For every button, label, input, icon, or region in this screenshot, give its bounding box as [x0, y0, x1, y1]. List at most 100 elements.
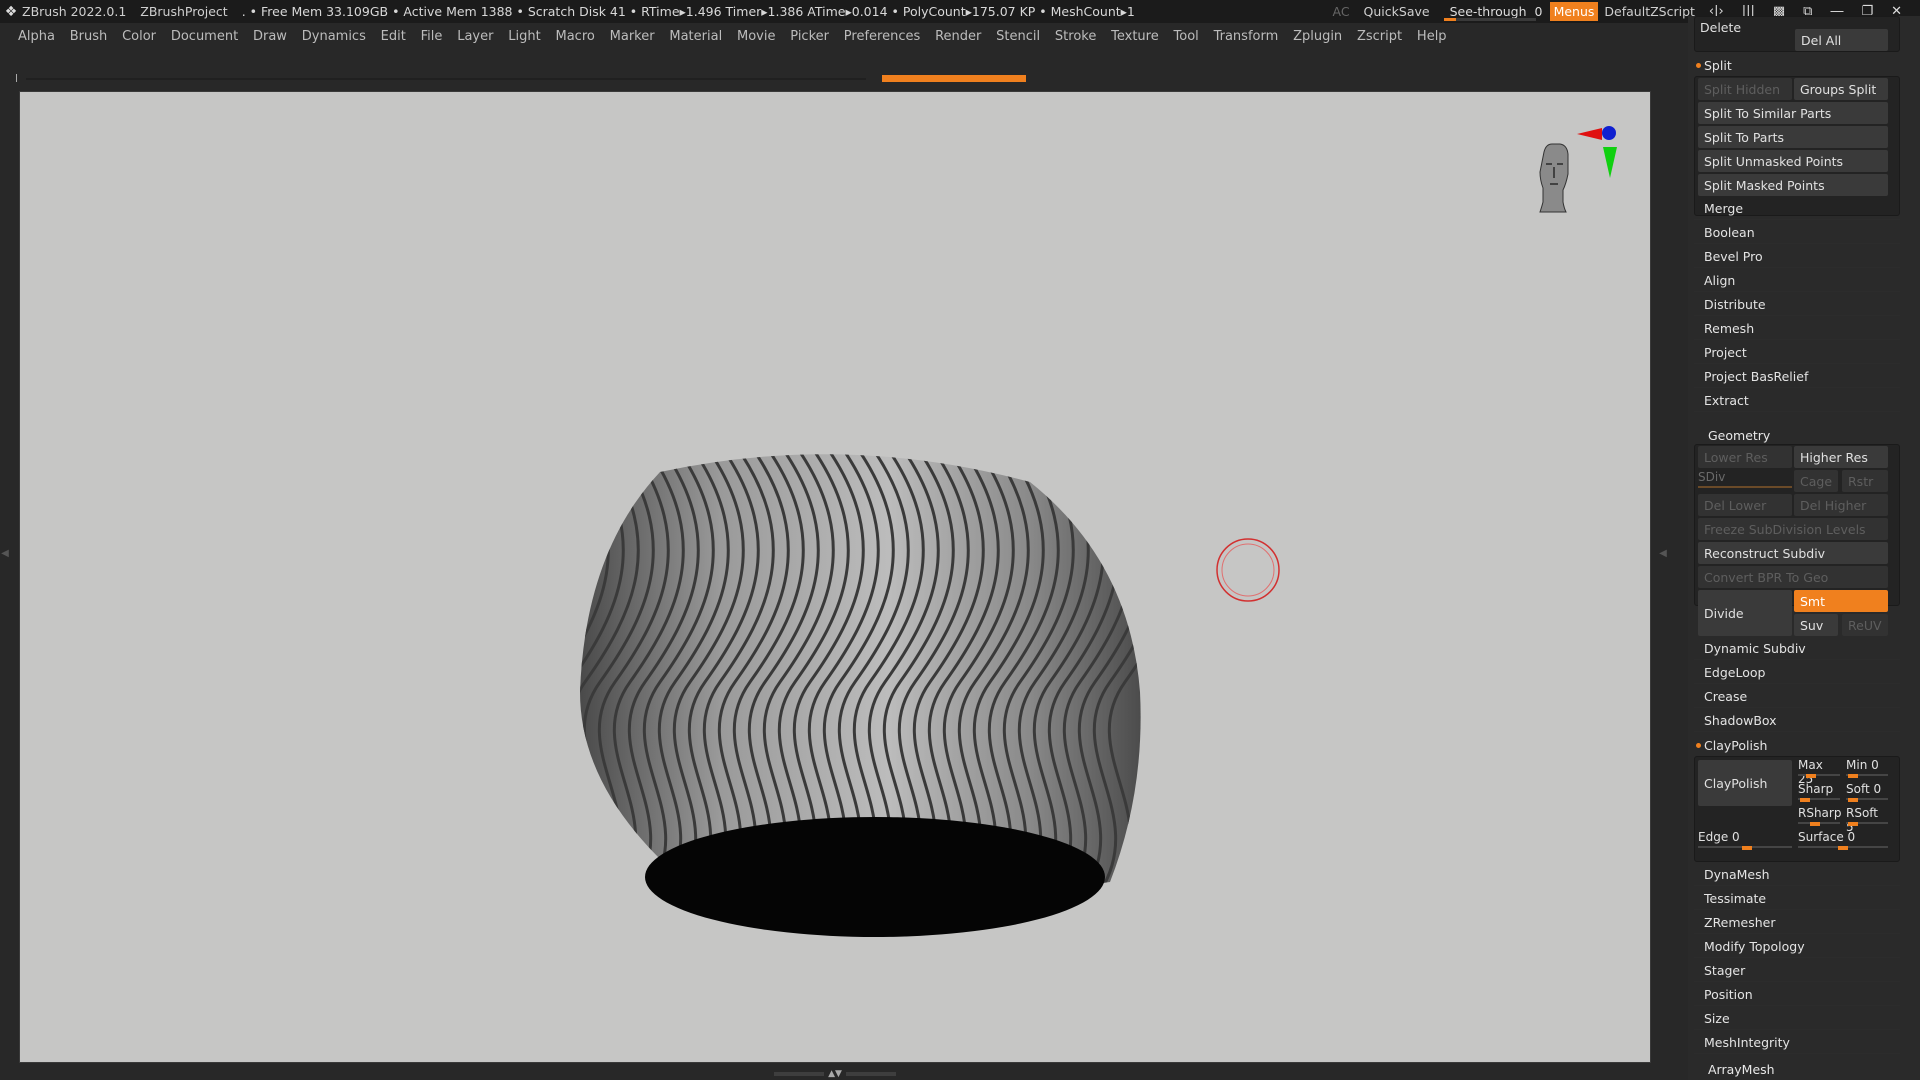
menu-brush[interactable]: Brush [70, 29, 108, 44]
menu-preferences[interactable]: Preferences [844, 29, 920, 44]
meshintegrity-section[interactable]: MeshIntegrity [1694, 1032, 1900, 1054]
tessimate-section[interactable]: Tessimate [1694, 888, 1900, 910]
surface-slider[interactable]: Surface 0 [1798, 830, 1888, 850]
crease-section[interactable]: Crease [1694, 686, 1900, 708]
menu-document[interactable]: Document [171, 29, 238, 44]
split-similar-parts-button[interactable]: Split To Similar Parts [1698, 102, 1888, 124]
shelf-strip[interactable] [16, 72, 1652, 82]
menu-light[interactable]: Light [508, 29, 540, 44]
menu-material[interactable]: Material [669, 29, 722, 44]
menu-zplugin[interactable]: Zplugin [1293, 29, 1342, 44]
del-higher-button[interactable]: Del Higher [1794, 494, 1888, 516]
del-all-button[interactable]: Del All [1795, 29, 1888, 51]
subtool-align[interactable]: Align [1694, 270, 1900, 292]
size-section[interactable]: Size [1694, 1008, 1900, 1030]
shadowbox-section[interactable]: ShadowBox [1694, 710, 1900, 732]
menu-transform[interactable]: Transform [1214, 29, 1279, 44]
reconstruct-subdiv-button[interactable]: Reconstruct Subdiv [1698, 542, 1888, 564]
subtool-remesh[interactable]: Remesh [1694, 318, 1900, 340]
menu-draw[interactable]: Draw [253, 29, 287, 44]
zremesher-section[interactable]: ZRemesher [1694, 912, 1900, 934]
default-zscript-button[interactable]: DefaultZScript [1604, 4, 1695, 19]
divide-button[interactable]: Divide [1698, 590, 1792, 636]
menu-movie[interactable]: Movie [737, 29, 775, 44]
min-slider[interactable]: Min 0 [1846, 758, 1888, 778]
rsharp-slider[interactable]: RSharp [1798, 806, 1841, 826]
shelf-tab[interactable] [26, 78, 166, 80]
quicksave-button[interactable]: QuickSave [1364, 4, 1430, 19]
menu-file[interactable]: File [421, 29, 443, 44]
edge-slider[interactable]: Edge 0 [1698, 830, 1792, 850]
menu-tool[interactable]: Tool [1174, 29, 1199, 44]
navigation-gizmo[interactable] [1539, 126, 1617, 213]
shelf-tab-active[interactable] [882, 75, 1026, 82]
max-slider[interactable]: Max 25 [1798, 758, 1840, 786]
delete-button[interactable]: Delete [1694, 16, 1787, 38]
menu-color[interactable]: Color [122, 29, 156, 44]
groups-split-button[interactable]: Groups Split [1794, 78, 1888, 100]
split-section-header[interactable]: Split [1694, 54, 1900, 76]
menu-render[interactable]: Render [935, 29, 981, 44]
sharp-slider[interactable]: Sharp [1798, 782, 1840, 802]
menu-texture[interactable]: Texture [1111, 29, 1159, 44]
shelf-tab[interactable] [586, 78, 726, 80]
edgeloop-section[interactable]: EdgeLoop [1694, 662, 1900, 684]
head-navigator-icon[interactable] [1539, 143, 1569, 213]
subtool-extract[interactable]: Extract [1694, 390, 1900, 412]
menus-toggle[interactable]: Menus [1549, 2, 1599, 21]
rsoft-slider[interactable]: RSoft 5 [1846, 806, 1888, 834]
reuv-button[interactable]: ReUV [1842, 614, 1888, 636]
position-section[interactable]: Position [1694, 984, 1900, 1006]
chevron-up-icon[interactable]: ▲▼ [828, 1069, 842, 1079]
shelf-tab[interactable] [446, 78, 586, 80]
dynamesh-section[interactable]: DynaMesh [1694, 864, 1900, 886]
see-through-slider[interactable]: See-through 0 [1443, 2, 1542, 22]
higher-res-button[interactable]: Higher Res [1794, 446, 1888, 468]
menu-alpha[interactable]: Alpha [18, 29, 55, 44]
claypolish-section-header[interactable]: ClayPolish [1694, 734, 1900, 756]
smt-toggle[interactable]: Smt [1794, 590, 1888, 612]
cage-button[interactable]: Cage [1794, 470, 1838, 492]
menu-picker[interactable]: Picker [790, 29, 829, 44]
subtool-project-basrelief[interactable]: Project BasRelief [1694, 366, 1900, 388]
subtool-boolean[interactable]: Boolean [1694, 222, 1900, 244]
arraymesh-header[interactable]: ArrayMesh [1708, 1062, 1775, 1077]
stager-section[interactable]: Stager [1694, 960, 1900, 982]
sdiv-slider[interactable]: SDiv [1698, 470, 1792, 490]
menu-stencil[interactable]: Stencil [996, 29, 1040, 44]
menu-stroke[interactable]: Stroke [1055, 29, 1096, 44]
shelf-tab[interactable] [166, 78, 306, 80]
document-canvas[interactable] [19, 91, 1651, 1063]
dynamic-subdiv-section[interactable]: Dynamic Subdiv [1694, 638, 1900, 660]
subtool-distribute[interactable]: Distribute [1694, 294, 1900, 316]
soft-slider[interactable]: Soft 0 [1846, 782, 1888, 802]
menu-marker[interactable]: Marker [610, 29, 655, 44]
gizmo-y-arrow[interactable] [1603, 147, 1617, 178]
suv-toggle[interactable]: Suv [1794, 614, 1838, 636]
ac-toggle[interactable]: AC [1332, 4, 1349, 19]
freeze-subdivision-button[interactable]: Freeze SubDivision Levels [1698, 518, 1888, 540]
menu-help[interactable]: Help [1417, 29, 1447, 44]
gizmo-x-arrow[interactable] [1577, 128, 1602, 140]
left-tray-handle[interactable]: ◀ [0, 488, 10, 618]
menu-edit[interactable]: Edit [381, 29, 406, 44]
shelf-tab[interactable] [306, 78, 446, 80]
twisted-vase-mesh[interactable] [344, 452, 1178, 937]
claypolish-button[interactable]: ClayPolish [1698, 760, 1792, 806]
split-unmasked-button[interactable]: Split Unmasked Points [1698, 150, 1888, 172]
split-to-parts-button[interactable]: Split To Parts [1698, 126, 1888, 148]
menu-dynamics[interactable]: Dynamics [302, 29, 366, 44]
shelf-tab[interactable] [726, 78, 866, 80]
convert-bpr-button[interactable]: Convert BPR To Geo [1698, 566, 1888, 588]
menu-macro[interactable]: Macro [556, 29, 595, 44]
menu-zscript[interactable]: Zscript [1357, 29, 1402, 44]
subtool-bevel-pro[interactable]: Bevel Pro [1694, 246, 1900, 268]
bottom-tray-handle[interactable]: ▲▼ [770, 1069, 900, 1079]
lower-res-button[interactable]: Lower Res [1698, 446, 1792, 468]
geometry-header[interactable]: Geometry [1708, 428, 1770, 443]
del-lower-button[interactable]: Del Lower [1698, 494, 1792, 516]
rstr-button[interactable]: Rstr [1842, 470, 1888, 492]
modify-topology-section[interactable]: Modify Topology [1694, 936, 1900, 958]
menu-layer[interactable]: Layer [457, 29, 493, 44]
right-tray-handle[interactable]: ◀ [1658, 488, 1668, 618]
